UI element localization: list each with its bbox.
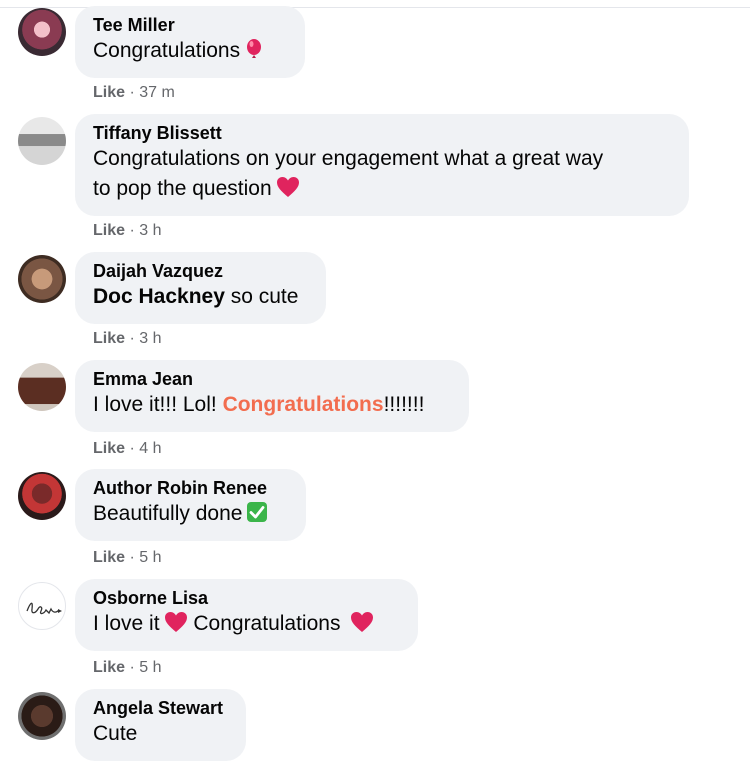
commenter-name[interactable]: Tiffany Blissett	[93, 122, 671, 144]
commenter-name[interactable]: Osborne Lisa	[93, 587, 400, 609]
comment-bubble: Emma Jean I love it!!! Lol! Congratulati…	[75, 360, 469, 432]
like-button[interactable]: Like	[93, 549, 125, 566]
avatar[interactable]	[18, 8, 66, 56]
timestamp[interactable]: 37 m	[139, 84, 175, 101]
separator: ·	[125, 84, 140, 101]
comment-text-part: so cute	[224, 285, 299, 308]
avatar[interactable]	[18, 692, 66, 740]
comment-text-part: Cute	[93, 722, 138, 745]
comment-text-part: !!!!!!!	[383, 393, 425, 416]
avatar[interactable]	[18, 363, 66, 411]
comment-text-line: Congratulations on your engagement what …	[93, 147, 604, 170]
timestamp[interactable]: 5 h	[139, 549, 161, 566]
check-mark-icon	[246, 501, 268, 532]
love-logo-icon	[26, 602, 62, 615]
commenter-name[interactable]: Author Robin Renee	[93, 477, 288, 499]
commenter-name[interactable]: Tee Miller	[93, 14, 287, 36]
comment-text: Beautifully done	[93, 499, 288, 532]
comment-text-part: Congratulations	[93, 39, 241, 62]
comment-meta: Like · 4 h	[93, 440, 161, 458]
avatar[interactable]	[18, 117, 66, 165]
timestamp[interactable]: 3 h	[139, 330, 161, 347]
separator: ·	[125, 659, 140, 676]
comment-text: Congratulations on your engagement what …	[93, 144, 671, 207]
like-button[interactable]: Like	[93, 659, 125, 676]
like-button[interactable]: Like	[93, 440, 125, 457]
like-button[interactable]: Like	[93, 84, 125, 101]
comment-text-part: I love it!!! Lol!	[93, 393, 223, 416]
highlighted-word: Congratulations	[222, 393, 384, 416]
heart-icon	[276, 176, 300, 207]
comment-text: I love it Congratulations	[93, 609, 400, 642]
comment-text: I love it!!! Lol! Congratulations!!!!!!!	[93, 390, 451, 420]
comment-text-part: Beautifully done	[93, 502, 243, 525]
comment-bubble: Osborne Lisa I love it Congratulations	[75, 579, 418, 651]
comment-bubble: Daijah Vazquez Doc Hackney so cute	[75, 252, 326, 324]
like-button[interactable]: Like	[93, 330, 125, 347]
commenter-name[interactable]: Daijah Vazquez	[93, 260, 308, 282]
comment-text: Congratulations	[93, 36, 287, 69]
comment-meta: Like · 3 h	[93, 330, 161, 348]
commenter-name[interactable]: Angela Stewart	[93, 697, 228, 719]
mention-link[interactable]: Doc Hackney	[93, 285, 225, 308]
comment-meta: Like · 37 m	[93, 84, 175, 102]
timestamp[interactable]: 3 h	[139, 222, 161, 239]
avatar[interactable]	[18, 255, 66, 303]
comment-bubble: Author Robin Renee Beautifully done	[75, 469, 306, 541]
comment-text-part: Congratulations	[187, 612, 347, 635]
balloon-icon	[244, 38, 264, 69]
timestamp[interactable]: 5 h	[139, 659, 161, 676]
like-button[interactable]: Like	[93, 222, 125, 239]
timestamp[interactable]: 4 h	[139, 440, 161, 457]
comment-bubble: Angela Stewart Cute	[75, 689, 246, 761]
separator: ·	[125, 440, 140, 457]
separator: ·	[125, 549, 140, 566]
comment-meta: Like · 3 h	[93, 222, 161, 240]
heart-icon	[164, 611, 188, 642]
comment-text-part: I love it	[93, 612, 160, 635]
commenter-name[interactable]: Emma Jean	[93, 368, 451, 390]
avatar[interactable]	[18, 582, 66, 630]
separator: ·	[125, 222, 140, 239]
comment-meta: Like · 5 h	[93, 659, 161, 677]
comment-text: Cute	[93, 719, 228, 749]
comment-bubble: Tee Miller Congratulations	[75, 6, 305, 78]
comment-text-line: to pop the question	[93, 177, 272, 200]
avatar[interactable]	[18, 472, 66, 520]
comment-bubble: Tiffany Blissett Congratulations on your…	[75, 114, 689, 216]
separator: ·	[125, 330, 140, 347]
comment-meta: Like · 5 h	[93, 549, 161, 567]
heart-icon	[350, 611, 374, 642]
comment-text: Doc Hackney so cute	[93, 282, 308, 312]
